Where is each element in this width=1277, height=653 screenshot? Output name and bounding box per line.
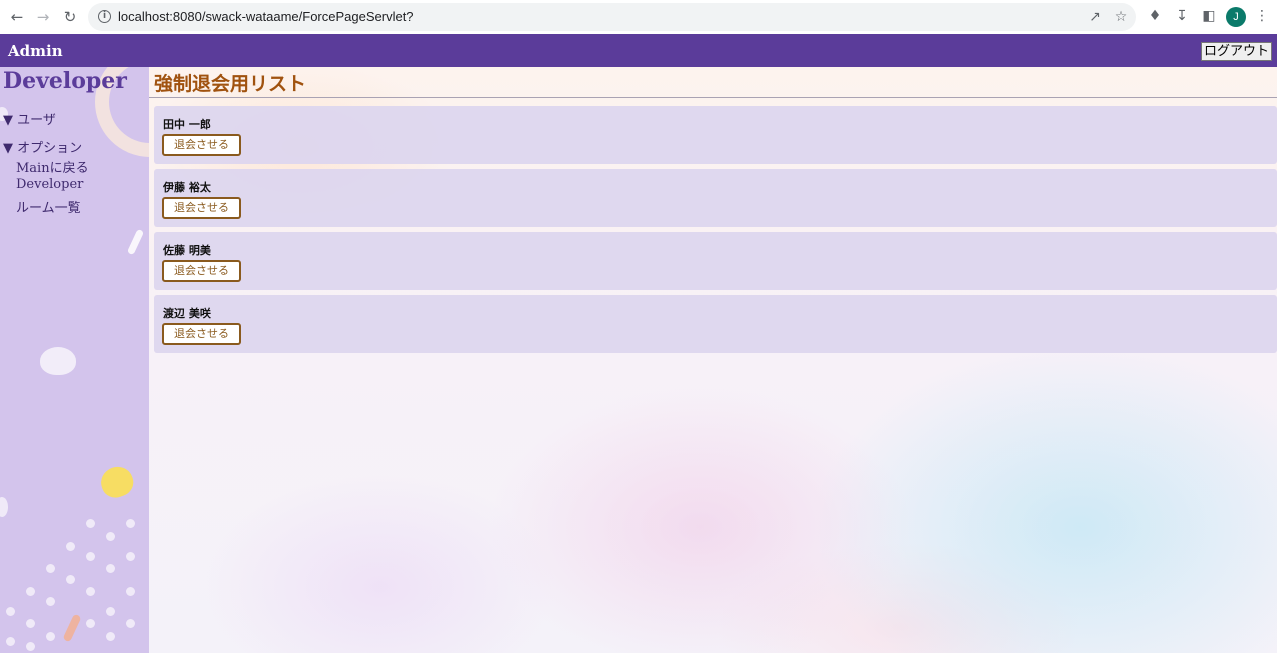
sidebar-title: Developer — [3, 68, 127, 94]
user-name: 渡辺 美咲 — [163, 307, 211, 320]
user-card: 田中 一郎 退会させる — [154, 106, 1277, 164]
title-divider — [149, 97, 1277, 98]
decorative-dot — [106, 607, 115, 616]
force-withdraw-button[interactable]: 退会させる — [162, 323, 241, 345]
share-icon[interactable]: ↗ — [1086, 8, 1104, 26]
sidebar-link-main[interactable]: Mainに戻る — [16, 157, 89, 176]
profile-avatar[interactable]: J — [1226, 7, 1246, 27]
force-withdraw-button[interactable]: 退会させる — [162, 197, 241, 219]
user-name: 佐藤 明美 — [163, 244, 211, 257]
sidebar-link-developer[interactable]: Developer — [16, 177, 83, 192]
decorative-dot — [86, 619, 95, 628]
app-title: Admin — [8, 42, 63, 60]
site-info-icon[interactable]: i — [98, 10, 111, 23]
forward-arrow-icon[interactable]: → — [30, 4, 56, 30]
user-card: 伊藤 裕太 退会させる — [154, 169, 1277, 227]
app-header: Admin ログアウト — [0, 34, 1277, 67]
sidebar-section-users[interactable]: ▼ ユーザ — [3, 109, 56, 128]
bookmark-star-icon[interactable]: ☆ — [1112, 8, 1130, 26]
decorative-dot — [86, 587, 95, 596]
decorative-dot — [86, 519, 95, 528]
sidebar: Developer ▼ ユーザ ▼ オプション Mainに戻る Develope… — [0, 67, 149, 653]
decorative-dot — [46, 632, 55, 641]
decorative-heart-icon — [40, 347, 76, 375]
decorative-dot — [66, 575, 75, 584]
decorative-dot — [106, 532, 115, 541]
user-name: 田中 一郎 — [163, 118, 211, 131]
force-withdraw-button[interactable]: 退会させる — [162, 134, 241, 156]
decorative-dot — [26, 587, 35, 596]
user-card: 佐藤 明美 退会させる — [154, 232, 1277, 290]
force-withdraw-button[interactable]: 退会させる — [162, 260, 241, 282]
decorative-dot — [126, 519, 135, 528]
decorative-dot — [46, 564, 55, 573]
side-panel-icon[interactable]: ◧ — [1199, 6, 1219, 26]
back-arrow-icon[interactable]: ← — [4, 4, 30, 30]
more-menu-icon[interactable]: ⋮ — [1252, 6, 1272, 26]
decorative-stick — [126, 228, 145, 256]
decorative-stick — [62, 613, 82, 643]
decorative-heart-icon — [96, 462, 138, 502]
sidebar-link-room-list[interactable]: ルーム一覧 — [16, 197, 81, 216]
logout-button[interactable]: ログアウト — [1200, 42, 1272, 61]
sidebar-section-options[interactable]: ▼ オプション — [3, 137, 82, 156]
user-name: 伊藤 裕太 — [163, 181, 211, 194]
decorative-dot — [46, 597, 55, 606]
decorative-dot — [126, 619, 135, 628]
url-text: localhost:8080/swack-wataame/ForcePageSe… — [118, 9, 414, 24]
decorative-dot — [126, 587, 135, 596]
page-title: 強制退会用リスト — [154, 73, 307, 95]
user-card: 渡辺 美咲 退会させる — [154, 295, 1277, 353]
decorative-dot — [66, 542, 75, 551]
decorative-dot — [26, 619, 35, 628]
decorative-dot — [6, 607, 15, 616]
download-icon[interactable]: ↧ — [1172, 6, 1192, 26]
decorative-dot — [106, 564, 115, 573]
decorative-dot — [126, 552, 135, 561]
address-bar[interactable]: i localhost:8080/swack-wataame/ForcePage… — [88, 3, 1136, 31]
extensions-puzzle-icon[interactable]: ♦ — [1145, 6, 1165, 26]
decorative-dot — [106, 632, 115, 641]
decorative-dot — [0, 497, 8, 517]
decorative-dot — [6, 637, 15, 646]
decorative-dot — [26, 642, 35, 651]
browser-toolbar: ← → ↻ i localhost:8080/swack-wataame/For… — [0, 0, 1277, 34]
reload-icon[interactable]: ↻ — [57, 4, 83, 30]
decorative-dot — [86, 552, 95, 561]
